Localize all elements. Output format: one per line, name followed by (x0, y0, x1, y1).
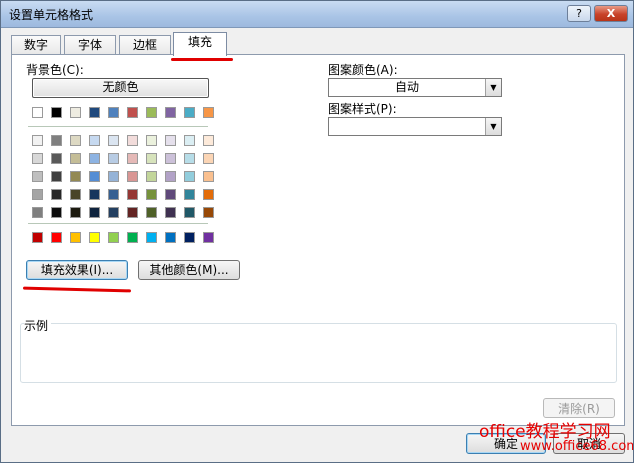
color-swatch[interactable] (32, 189, 43, 200)
color-swatch[interactable] (108, 232, 119, 243)
title-bar[interactable]: 设置单元格格式 ? X (1, 1, 633, 28)
help-button[interactable]: ? (567, 5, 591, 22)
color-swatch[interactable] (184, 189, 195, 200)
sample-label: 示例 (24, 317, 52, 334)
more-colors-button[interactable]: 其他颜色(M)... (138, 260, 240, 280)
clear-button[interactable]: 清除(R) (543, 398, 615, 418)
color-swatch[interactable] (203, 171, 214, 182)
color-swatch[interactable] (203, 189, 214, 200)
fill-effects-button[interactable]: 填充效果(I)... (26, 260, 128, 280)
sample-preview (20, 323, 617, 383)
color-swatch[interactable] (146, 189, 157, 200)
color-swatch[interactable] (51, 171, 62, 182)
color-swatch[interactable] (184, 207, 195, 218)
color-swatch[interactable] (127, 232, 138, 243)
palette-divider (28, 223, 208, 224)
color-swatch[interactable] (70, 207, 81, 218)
tab-number[interactable]: 数字 (11, 35, 61, 55)
color-swatch[interactable] (127, 207, 138, 218)
color-swatch[interactable] (108, 171, 119, 182)
color-swatch[interactable] (51, 232, 62, 243)
color-swatch[interactable] (89, 171, 100, 182)
color-swatch[interactable] (165, 189, 176, 200)
color-swatch[interactable] (184, 135, 195, 146)
color-swatch[interactable] (127, 189, 138, 200)
color-swatch[interactable] (203, 135, 214, 146)
color-swatch[interactable] (70, 232, 81, 243)
color-swatch[interactable] (184, 107, 195, 118)
color-swatch[interactable] (146, 135, 157, 146)
color-swatch[interactable] (165, 207, 176, 218)
color-swatch[interactable] (70, 107, 81, 118)
color-swatch[interactable] (89, 232, 100, 243)
pattern-style-select[interactable]: ▼ (328, 117, 502, 136)
color-swatch[interactable] (32, 207, 43, 218)
color-swatch[interactable] (32, 232, 43, 243)
color-swatch[interactable] (127, 153, 138, 164)
color-swatch[interactable] (70, 153, 81, 164)
color-swatch[interactable] (203, 153, 214, 164)
color-swatch[interactable] (127, 135, 138, 146)
pattern-color-label: 图案颜色(A): (328, 63, 398, 77)
color-swatch[interactable] (203, 207, 214, 218)
chevron-down-icon[interactable]: ▼ (485, 79, 501, 96)
color-swatch[interactable] (32, 153, 43, 164)
color-swatch[interactable] (127, 107, 138, 118)
color-swatch[interactable] (89, 107, 100, 118)
color-swatch[interactable] (70, 189, 81, 200)
color-swatch[interactable] (146, 171, 157, 182)
tab-border[interactable]: 边框 (119, 35, 171, 55)
color-swatch[interactable] (70, 171, 81, 182)
color-swatch[interactable] (165, 171, 176, 182)
color-swatch[interactable] (89, 189, 100, 200)
annotation-underline-tab (171, 58, 233, 61)
format-cells-dialog: 设置单元格格式 ? X 数字 字体 边框 填充 背景色(C): 无颜色 填充效果… (0, 0, 634, 463)
color-swatch[interactable] (89, 207, 100, 218)
no-color-button[interactable]: 无颜色 (32, 78, 209, 98)
color-swatch[interactable] (146, 107, 157, 118)
color-swatch[interactable] (146, 153, 157, 164)
background-color-label: 背景色(C): (26, 63, 84, 77)
color-swatch[interactable] (32, 107, 43, 118)
color-swatch[interactable] (203, 232, 214, 243)
palette-divider (28, 126, 208, 127)
color-swatch[interactable] (51, 135, 62, 146)
color-swatch[interactable] (146, 207, 157, 218)
color-swatch[interactable] (108, 107, 119, 118)
color-swatch[interactable] (51, 107, 62, 118)
close-button[interactable]: X (594, 5, 628, 22)
color-swatch[interactable] (146, 232, 157, 243)
color-swatch[interactable] (70, 135, 81, 146)
color-swatch[interactable] (165, 232, 176, 243)
color-swatch[interactable] (51, 153, 62, 164)
color-swatch[interactable] (32, 171, 43, 182)
tab-fill[interactable]: 填充 (173, 32, 227, 56)
color-swatch[interactable] (89, 135, 100, 146)
color-swatch[interactable] (51, 189, 62, 200)
watermark-url: www.office68.com (520, 439, 634, 454)
pattern-style-label: 图案样式(P): (328, 102, 397, 116)
color-swatch[interactable] (165, 153, 176, 164)
color-swatch[interactable] (165, 107, 176, 118)
chevron-down-icon[interactable]: ▼ (485, 118, 501, 135)
tab-font[interactable]: 字体 (64, 35, 116, 55)
pattern-color-value: 自动 (394, 80, 419, 94)
color-swatch[interactable] (108, 189, 119, 200)
color-swatch[interactable] (89, 153, 100, 164)
color-swatch[interactable] (51, 207, 62, 218)
color-swatch[interactable] (108, 153, 119, 164)
color-swatch[interactable] (184, 232, 195, 243)
color-swatch[interactable] (203, 107, 214, 118)
color-swatch[interactable] (108, 135, 119, 146)
color-swatch[interactable] (108, 207, 119, 218)
color-swatch[interactable] (32, 135, 43, 146)
pattern-color-select[interactable]: 自动 ▼ (328, 78, 502, 97)
fill-panel: 背景色(C): 无颜色 填充效果(I)... 其他颜色(M)... 图案颜色(A… (11, 54, 625, 426)
color-swatch[interactable] (127, 171, 138, 182)
dialog-title: 设置单元格格式 (9, 8, 94, 22)
color-swatch[interactable] (184, 153, 195, 164)
color-swatch[interactable] (165, 135, 176, 146)
color-swatch[interactable] (184, 171, 195, 182)
